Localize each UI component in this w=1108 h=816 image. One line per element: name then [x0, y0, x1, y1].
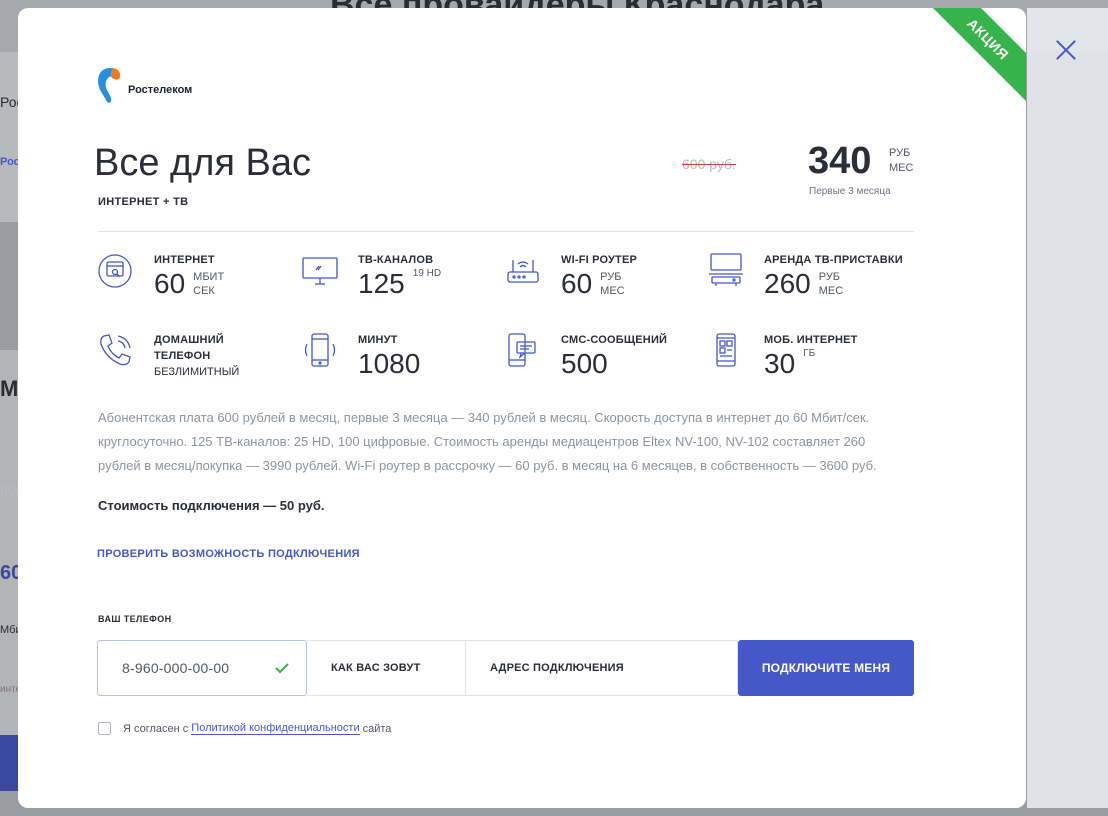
- provider-logo: Ростелеком: [96, 64, 192, 106]
- background-snippet: Ростелеком: [0, 94, 18, 110]
- divider: [98, 231, 914, 232]
- phone-label: ВАШ ТЕЛЕФОН: [98, 614, 172, 624]
- internet-icon: [98, 254, 132, 288]
- feature-label: ИНТЕРНЕТ: [154, 254, 215, 266]
- background-snippet: 60: [0, 562, 18, 584]
- feature-sup: ГБ: [803, 348, 816, 359]
- price-note: Первые 3 месяца: [809, 186, 891, 197]
- feature-mobile-internet: МОБ. ИНТЕРНЕТ 30 ГБ: [708, 332, 858, 380]
- consent-checkbox[interactable]: [98, 722, 111, 735]
- check-availability-link[interactable]: ПРОВЕРИТЬ ВОЗМОЖНОСТЬ ПОДКЛЮЧЕНИЯ: [97, 548, 360, 560]
- feature-value: 500: [561, 348, 608, 379]
- feature-minutes: МИНУТ 1080: [302, 332, 420, 380]
- background-snippet: Ростелеком: [0, 156, 18, 168]
- background-snippet: Мбит/сек: [0, 624, 18, 636]
- tariff-description: Абонентская плата 600 рублей в месяц, пе…: [98, 410, 877, 473]
- privacy-policy-link[interactable]: Политикой конфиденциальности: [191, 722, 360, 735]
- rostelecom-logo-icon: [98, 68, 121, 103]
- consent-prefix: Я согласен с: [123, 722, 189, 735]
- feature-home-phone: ДОМАШНИЙ ТЕЛЕФОН БЕЗЛИМИТНЫЙ: [98, 332, 239, 380]
- feature-value: 60: [561, 268, 593, 299]
- logo-text: Ростелеком: [128, 84, 193, 96]
- background-card-left-top: [0, 52, 18, 222]
- check-icon: [275, 663, 289, 674]
- mobile-phone-icon: [304, 333, 336, 367]
- feature-unit: МБИТ СЕК: [193, 270, 224, 298]
- old-price: 600 руб.: [682, 156, 736, 172]
- background-snippet: 600 руб: [0, 482, 18, 498]
- feature-label: WI-FI РОУТЕР: [561, 254, 638, 266]
- feature-value: 30: [764, 348, 796, 379]
- feature-tv-channels: ТВ-КАНАЛОВ 125 19 HD: [302, 252, 441, 300]
- feature-tv-box-rent: АРЕНДА ТВ-ПРИСТАВКИ 260 РУБ МЕС: [708, 252, 903, 300]
- feature-value: 60: [154, 268, 186, 299]
- promo-badge: АКЦИЯ: [919, 8, 1026, 108]
- feature-label: ТЕЛЕФОН: [154, 350, 211, 362]
- address-input[interactable]: АДРЕС ПОДКЛЮЧЕНИЯ: [466, 640, 738, 696]
- phone-input[interactable]: 8-960-000-00-00: [97, 640, 307, 696]
- feature-unit-2: СЕК: [193, 285, 215, 297]
- price-unit-period: МЕС: [889, 162, 914, 174]
- name-input[interactable]: КАК ВАС ЗОВУТ: [307, 640, 466, 696]
- feature-sms: СМС-СООБЩЕНИЙ 500: [505, 332, 667, 380]
- background-button: [0, 735, 18, 791]
- feature-unit-2: МЕС: [818, 285, 844, 297]
- background-right-strip: [1027, 8, 1108, 808]
- feature-label: АРЕНДА ТВ-ПРИСТАВКИ: [764, 254, 903, 266]
- feature-unit-1: МБИТ: [193, 271, 225, 283]
- phone-value: 8-960-000-00-00: [122, 660, 230, 676]
- feature-unit-1: РУБ: [600, 271, 622, 283]
- tv-icon: [302, 257, 338, 285]
- feature-unit-2: МЕС: [600, 285, 625, 297]
- feature-value: 125: [358, 268, 405, 299]
- background-snippet: интер: [0, 684, 18, 695]
- feature-plain-value: БЕЗЛИМИТНЫЙ: [154, 366, 240, 378]
- feature-label: ДОМАШНИЙ: [154, 334, 224, 346]
- phone-icon: [100, 334, 131, 366]
- promo-ribbon: АКЦИЯ: [914, 8, 1026, 120]
- close-icon[interactable]: [1050, 34, 1082, 66]
- feature-label: СМС-СООБЩЕНИЙ: [561, 334, 668, 346]
- tariff-modal: АКЦИЯ Ростелеком Все для Вас ИНТЕРНЕТ + …: [18, 8, 1026, 808]
- consent-row: Я согласен с Политикой конфиденциальност…: [98, 722, 391, 735]
- submit-button[interactable]: ПОДКЛЮЧИТЕ МЕНЯ: [738, 640, 914, 696]
- mobile-internet-icon: [716, 333, 736, 367]
- router-icon: [507, 260, 539, 283]
- connection-cost: Стоимость подключения — 50 руб.: [98, 498, 325, 513]
- sms-icon: [508, 333, 536, 367]
- consent-suffix: сайта: [362, 722, 392, 735]
- feature-sup: 19 HD: [412, 268, 442, 279]
- feature-internet: ИНТЕРНЕТ 60 МБИТ СЕК: [98, 252, 224, 300]
- tariff-type: ИНТЕРНЕТ + ТВ: [98, 196, 189, 208]
- price-unit-currency: РУБ: [889, 147, 911, 159]
- feature-unit: РУБ МЕС: [600, 270, 624, 298]
- tariff-title: Все для Вас: [94, 142, 311, 184]
- background-snippet: Мы: [0, 376, 18, 401]
- feature-label: МИНУТ: [358, 334, 398, 346]
- feature-value: 260: [764, 268, 811, 299]
- price-value: 340: [808, 140, 872, 182]
- feature-unit: РУБ МЕС: [819, 270, 843, 298]
- feature-unit-1: РУБ: [818, 271, 841, 283]
- price-unit: РУБ МЕС: [889, 146, 913, 176]
- set-top-box-icon: [709, 253, 743, 286]
- feature-label: МОБ. ИНТЕРНЕТ: [764, 334, 858, 346]
- feature-value: 1080: [358, 348, 421, 379]
- feature-label: ТВ-КАНАЛОВ: [358, 254, 434, 266]
- feature-wifi-router: WI-FI РОУТЕР 60 РУБ МЕС: [505, 252, 637, 300]
- order-form: 8-960-000-00-00 КАК ВАС ЗОВУТ АДРЕС ПОДК…: [97, 640, 914, 696]
